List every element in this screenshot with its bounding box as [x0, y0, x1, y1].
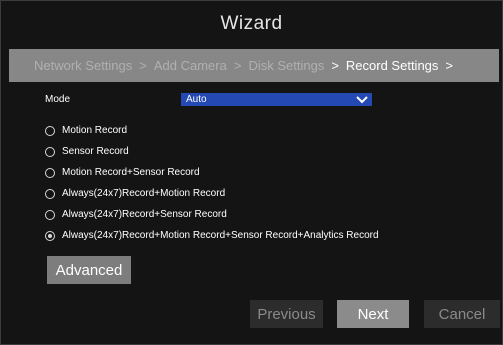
option-always-motion-record[interactable]: Always(24x7)Record+Motion Record — [45, 183, 379, 204]
radio-button[interactable] — [45, 188, 55, 199]
option-label: Always(24x7)Record+Motion Record — [62, 188, 226, 199]
radio-button-checked[interactable] — [45, 230, 55, 241]
option-always-sensor-record[interactable]: Always(24x7)Record+Sensor Record — [45, 204, 379, 225]
previous-button[interactable]: Previous — [250, 300, 323, 328]
step-add-camera: Add Camera — [153, 58, 227, 73]
wizard-window: Wizard Network Settings > Add Camera > D… — [0, 0, 503, 345]
wizard-steps-bar: Network Settings > Add Camera > Disk Set… — [9, 49, 499, 82]
step-record-settings: Record Settings — [345, 58, 439, 73]
step-disk-settings: Disk Settings — [248, 58, 325, 73]
radio-button[interactable] — [45, 209, 55, 220]
option-label: Motion Record+Sensor Record — [62, 167, 200, 178]
step-separator: > — [331, 58, 339, 73]
option-motion-sensor-record[interactable]: Motion Record+Sensor Record — [45, 162, 379, 183]
chevron-down-icon — [356, 96, 368, 104]
step-network-settings: Network Settings — [34, 58, 133, 73]
cancel-button[interactable]: Cancel — [424, 300, 500, 328]
radio-button[interactable] — [45, 146, 55, 157]
mode-selected-value: Auto — [186, 94, 207, 105]
mode-select[interactable]: Auto — [181, 93, 372, 106]
option-label: Motion Record — [62, 125, 128, 136]
step-separator: > — [445, 58, 453, 73]
step-separator: > — [139, 58, 147, 73]
radio-button[interactable] — [45, 167, 55, 178]
radio-button[interactable] — [45, 125, 55, 136]
step-separator: > — [233, 58, 242, 73]
next-button[interactable]: Next — [337, 300, 409, 328]
option-always-motion-sensor-analytics-record[interactable]: Always(24x7)Record+Motion Record+Sensor … — [45, 225, 379, 246]
record-options-list: Motion Record Sensor Record Motion Recor… — [45, 120, 379, 246]
option-label: Always(24x7)Record+Sensor Record — [62, 209, 227, 220]
wizard-title: Wizard — [220, 13, 283, 34]
option-label: Sensor Record — [62, 146, 129, 157]
mode-label: Mode — [45, 94, 71, 105]
option-motion-record[interactable]: Motion Record — [45, 120, 379, 141]
option-label: Always(24x7)Record+Motion Record+Sensor … — [62, 230, 379, 241]
option-sensor-record[interactable]: Sensor Record — [45, 141, 379, 162]
advanced-button[interactable]: Advanced — [47, 256, 131, 284]
